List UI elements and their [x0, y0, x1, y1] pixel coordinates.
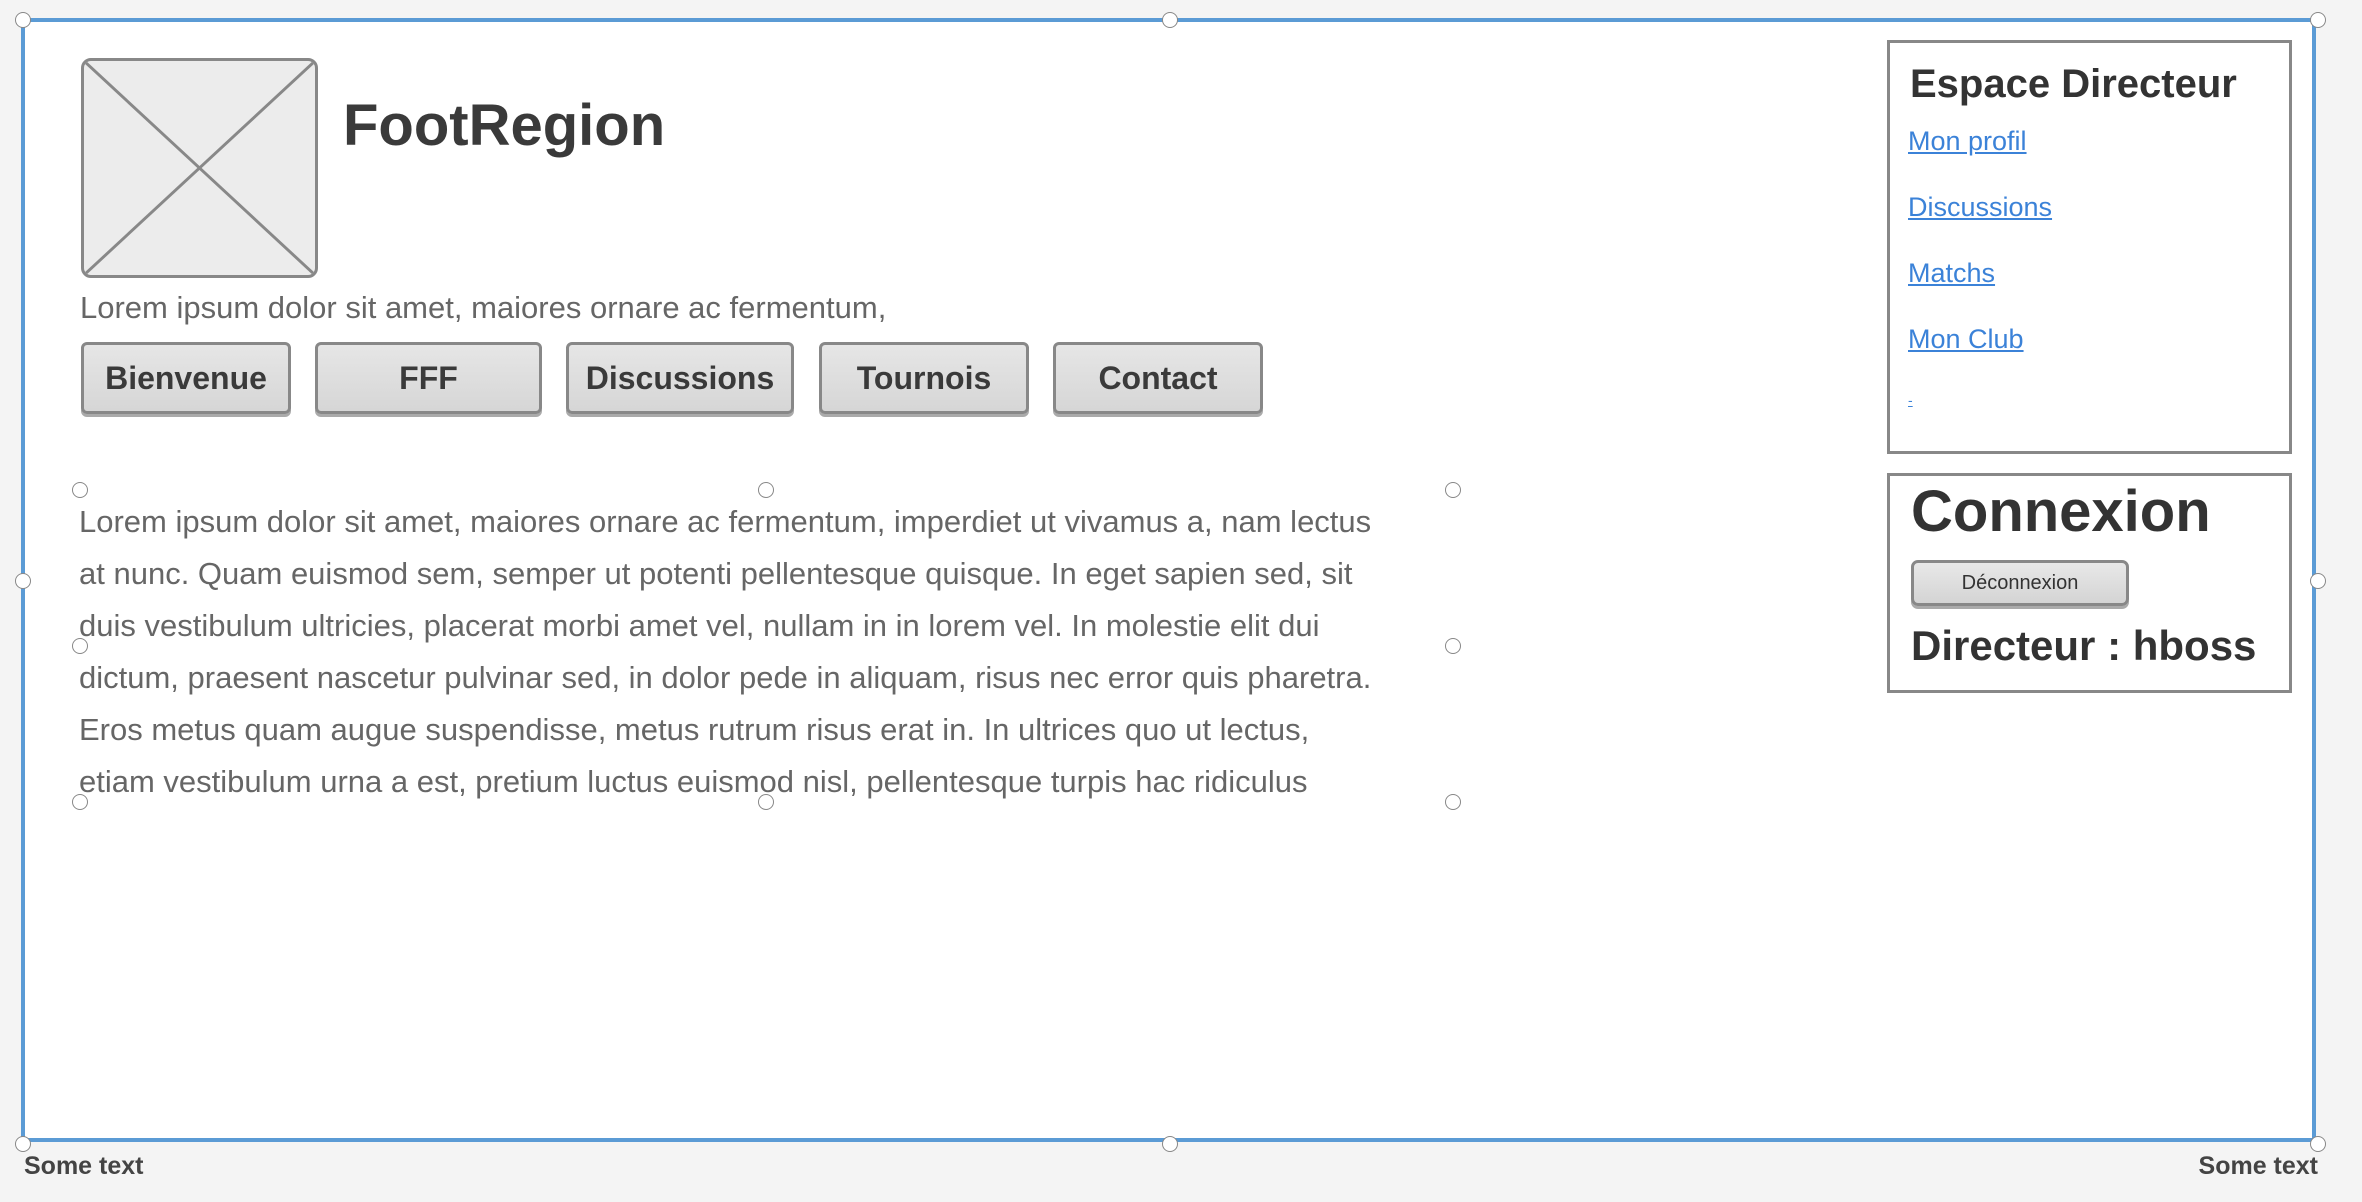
paragraph-line: duis vestibulum ultricies, placerat morb… — [79, 608, 1320, 643]
resize-handle[interactable] — [72, 482, 88, 498]
resize-handle[interactable] — [15, 12, 31, 28]
resize-handle[interactable] — [758, 794, 774, 810]
resize-handle[interactable] — [72, 638, 88, 654]
nav-button-discussions[interactable]: Discussions — [566, 342, 794, 414]
resize-handle[interactable] — [2310, 573, 2326, 589]
paragraph-line: Lorem ipsum dolor sit amet, maiores orna… — [79, 504, 1372, 539]
director-panel-title: Espace Directeur — [1910, 62, 2237, 106]
sidebar-link-mon-club[interactable]: Mon Club — [1908, 324, 2024, 355]
logged-user-label: Directeur : hboss — [1911, 622, 2257, 669]
footer-right-text: Some text — [2198, 1152, 2318, 1180]
logout-button[interactable]: Déconnexion — [1911, 560, 2129, 606]
paragraph-line: dictum, praesent nascetur pulvinar sed, … — [79, 660, 1372, 695]
logo-placeholder — [81, 58, 318, 278]
login-title: Connexion — [1911, 479, 2211, 544]
resize-handle[interactable] — [2310, 12, 2326, 28]
resize-handle[interactable] — [15, 1136, 31, 1152]
nav-button-tournois[interactable]: Tournois — [819, 342, 1029, 414]
nav-button-contact[interactable]: Contact — [1053, 342, 1263, 414]
resize-handle[interactable] — [758, 482, 774, 498]
site-title: FootRegion — [343, 93, 666, 158]
main-paragraph[interactable]: Lorem ipsum dolor sit amet, maiores orna… — [79, 496, 1455, 808]
sidebar-link-empty[interactable]: - — [1908, 392, 1913, 408]
sidebar-link-matchs[interactable]: Matchs — [1908, 258, 1995, 289]
footer-left-text: Some text — [24, 1152, 144, 1180]
sidebar-link-mon-profil[interactable]: Mon profil — [1908, 126, 2027, 157]
nav-button-fff[interactable]: FFF — [315, 342, 542, 414]
nav-button-bienvenue[interactable]: Bienvenue — [81, 342, 291, 414]
resize-handle[interactable] — [1445, 794, 1461, 810]
resize-handle[interactable] — [1445, 638, 1461, 654]
paragraph-line: Eros metus quam augue suspendisse, metus… — [79, 712, 1310, 747]
resize-handle[interactable] — [1445, 482, 1461, 498]
sidebar-link-discussions[interactable]: Discussions — [1908, 192, 2052, 223]
resize-handle[interactable] — [15, 573, 31, 589]
resize-handle[interactable] — [2310, 1136, 2326, 1152]
image-placeholder-icon — [84, 61, 315, 275]
site-tagline: Lorem ipsum dolor sit amet, maiores orna… — [80, 290, 887, 325]
resize-handle[interactable] — [1162, 1136, 1178, 1152]
resize-handle[interactable] — [1162, 12, 1178, 28]
paragraph-line: at nunc. Quam euismod sem, semper ut pot… — [79, 556, 1353, 591]
resize-handle[interactable] — [72, 794, 88, 810]
